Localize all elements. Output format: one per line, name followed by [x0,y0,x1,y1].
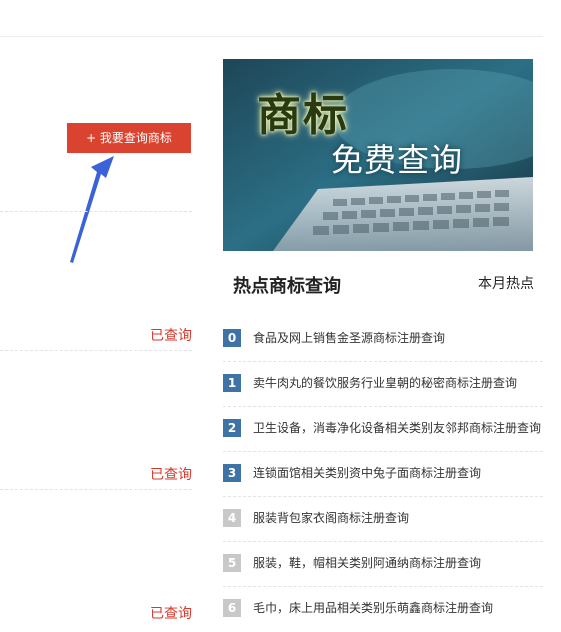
rank-badge: 6 [223,599,241,617]
list-item[interactable]: 5 服装，鞋，帽相关类别阿通纳商标注册查询 [223,542,543,587]
list-item-link[interactable]: 卖牛肉丸的餐饮服务行业皇朝的秘密商标注册查询 [253,374,517,392]
list-item-link[interactable]: 连锁面馆相关类别资中兔子面商标注册查询 [253,464,481,482]
banner-title: 商标 [257,90,349,141]
list-item[interactable]: 1 卖牛肉丸的餐饮服务行业皇朝的秘密商标注册查询 [223,362,543,407]
rank-badge: 5 [223,554,241,572]
hot-section-title: 热点商标查询 [233,276,341,297]
list-item[interactable]: 3 连锁面馆相关类别资中兔子面商标注册查询 [223,452,543,497]
left-divider [0,350,192,351]
left-divider [0,489,192,490]
tab-monthly-hot[interactable]: 本月热点 [478,273,534,293]
rank-badge: 4 [223,509,241,527]
list-item[interactable]: 6 毛巾，床上用品相关类别乐萌鑫商标注册查询 [223,587,543,632]
list-item-link[interactable]: 卫生设备，消毒净化设备相关类别友邻邦商标注册查询 [253,419,541,437]
list-item-link[interactable]: 食品及网上销售金圣源商标注册查询 [253,329,445,347]
list-item-link[interactable]: 服装背包家衣阁商标注册查询 [253,509,409,527]
rank-badge: 2 [223,419,241,437]
top-divider [0,36,543,37]
status-queried: 已查询 [150,467,192,483]
list-item[interactable]: 0 食品及网上销售金圣源商标注册查询 [223,317,543,362]
list-item-link[interactable]: 毛巾，床上用品相关类别乐萌鑫商标注册查询 [253,599,493,617]
list-item-link[interactable]: 服装，鞋，帽相关类别阿通纳商标注册查询 [253,554,481,572]
pointer-arrow-icon [70,156,114,263]
free-query-banner[interactable]: 商标 免费查询 [223,59,533,251]
left-divider [0,211,192,212]
list-item[interactable]: 4 服装背包家衣阁商标注册查询 [223,497,543,542]
rank-badge: 1 [223,374,241,392]
hot-list: 0 食品及网上销售金圣源商标注册查询 1 卖牛肉丸的餐饮服务行业皇朝的秘密商标注… [223,317,543,632]
banner-subtitle: 免费查询 [331,141,464,179]
rank-badge: 0 [223,329,241,347]
query-trademark-button[interactable]: + 我要查询商标 [67,123,191,153]
rank-badge: 3 [223,464,241,482]
status-queried: 已查询 [150,328,192,344]
status-queried: 已查询 [150,606,192,622]
list-item[interactable]: 2 卫生设备，消毒净化设备相关类别友邻邦商标注册查询 [223,407,543,452]
